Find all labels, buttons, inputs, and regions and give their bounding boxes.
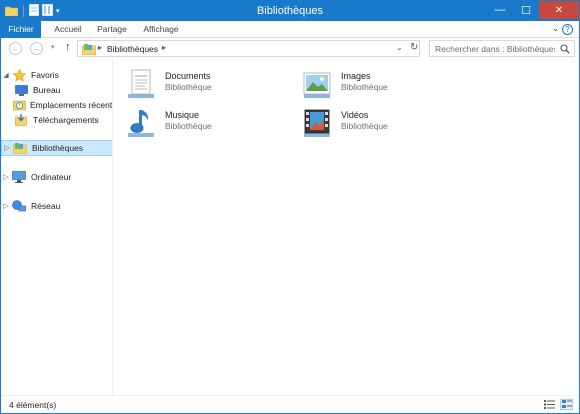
status-bar: 4 élément(s) <box>1 395 579 413</box>
search-input[interactable]: Rechercher dans : Bibliothèques <box>435 44 555 54</box>
nav-bureau[interactable]: Bureau <box>1 82 112 98</box>
navigation-pane[interactable]: ◢ Favoris Bureau Emplacements récents Té… <box>1 59 113 395</box>
library-type: Bibliothèque <box>165 121 212 131</box>
nav-emplacements-recents[interactable]: Emplacements récents <box>1 97 113 113</box>
explorer-window: ▾ Bibliothèques — ☐ ✕ Fichier Accueil Pa… <box>0 0 580 414</box>
forward-button[interactable]: → <box>30 42 43 55</box>
nav-reseau-label: Réseau <box>31 201 61 211</box>
minimize-button[interactable]: — <box>487 1 513 19</box>
nav-favoris[interactable]: ◢ Favoris <box>1 67 112 83</box>
tab-affichage[interactable]: Affichage <box>137 21 185 38</box>
library-type: Bibliothèque <box>341 82 388 92</box>
title-bar[interactable]: ▾ Bibliothèques — ☐ ✕ <box>1 1 579 21</box>
library-name: Documents <box>165 71 211 81</box>
library-type: Bibliothèque <box>341 121 388 131</box>
details-view-icon[interactable] <box>543 399 556 410</box>
collapsed-arrow-icon[interactable]: ▷ <box>1 173 11 181</box>
documents-library-icon <box>124 67 158 101</box>
help-icon[interactable]: ? <box>562 24 573 35</box>
library-name: Vidéos <box>341 110 369 120</box>
large-icons-view-icon[interactable] <box>560 399 573 410</box>
recent-locations-icon[interactable]: ▾ <box>51 43 55 51</box>
address-path[interactable]: Bibliothèques <box>107 44 158 54</box>
library-videos[interactable]: Vidéos Bibliothèque <box>300 106 460 142</box>
main-area: ◢ Favoris Bureau Emplacements récents Té… <box>1 59 579 395</box>
nav-bureau-label: Bureau <box>33 85 61 95</box>
item-count: 4 élément(s) <box>9 400 57 410</box>
library-name: Images <box>341 71 371 81</box>
library-musique[interactable]: Musique Bibliothèque <box>124 106 284 142</box>
videos-library-icon <box>300 106 334 140</box>
window-controls: — ☐ ✕ <box>487 1 579 19</box>
tab-fichier[interactable]: Fichier <box>1 21 41 38</box>
library-type: Bibliothèque <box>165 82 212 92</box>
refresh-icon[interactable]: ↻ <box>410 42 418 53</box>
close-button[interactable]: ✕ <box>539 1 579 19</box>
chevron-right-icon[interactable]: ▸ <box>98 43 102 52</box>
chevron-right-icon[interactable]: ▸ <box>162 43 166 52</box>
nav-telechargements-label: Téléchargements <box>33 115 99 125</box>
library-images[interactable]: Images Bibliothèque <box>300 67 460 103</box>
nav-telechargements[interactable]: Téléchargements <box>1 112 112 128</box>
maximize-button[interactable]: ☐ <box>513 1 539 19</box>
star-icon <box>11 68 27 82</box>
file-view[interactable]: Documents Bibliothèque Images Bibliothèq… <box>114 59 579 395</box>
ribbon-tabs: Fichier Accueil Partage Affichage ⌄ ? <box>1 21 579 38</box>
tab-partage[interactable]: Partage <box>91 21 133 38</box>
library-name: Musique <box>165 110 200 120</box>
images-library-icon <box>300 67 334 101</box>
nav-bibliotheques-label: Bibliothèques <box>32 143 84 153</box>
nav-ordinateur-label: Ordinateur <box>31 172 72 182</box>
libraries-icon <box>81 44 97 57</box>
network-icon <box>11 199 27 213</box>
back-button[interactable]: ← <box>9 42 22 55</box>
downloads-icon <box>13 113 29 127</box>
nav-emplacements-label: Emplacements récents <box>30 100 113 110</box>
collapsed-arrow-icon[interactable]: ▷ <box>1 202 11 210</box>
address-dropdown-icon[interactable]: ⌄ <box>396 43 403 52</box>
desktop-icon <box>13 83 29 97</box>
music-library-icon <box>124 106 158 140</box>
up-arrow-icon[interactable]: ↑ <box>65 41 71 53</box>
nav-bibliotheques[interactable]: ▷ Bibliothèques <box>1 140 112 156</box>
search-box[interactable]: Rechercher dans : Bibliothèques <box>429 40 575 57</box>
collapsed-arrow-icon[interactable]: ▷ <box>2 144 12 152</box>
nav-favoris-label: Favoris <box>31 70 59 80</box>
nav-reseau[interactable]: ▷ Réseau <box>1 198 112 214</box>
library-documents[interactable]: Documents Bibliothèque <box>124 67 284 103</box>
nav-ordinateur[interactable]: ▷ Ordinateur <box>1 169 112 185</box>
view-switcher <box>543 399 573 410</box>
navigation-bar: ← → ▾ ↑ ▸ Bibliothèques ▸ ⌄ ↻ Rechercher… <box>1 38 579 59</box>
search-icon[interactable] <box>560 44 570 56</box>
address-bar[interactable]: ▸ Bibliothèques ▸ ⌄ ↻ <box>77 40 420 57</box>
chevron-down-icon[interactable]: ⌄ <box>552 24 559 33</box>
libraries-icon <box>12 141 28 155</box>
recent-places-icon <box>13 98 26 112</box>
tab-accueil[interactable]: Accueil <box>47 21 89 38</box>
expanded-arrow-icon[interactable]: ◢ <box>1 71 11 79</box>
computer-icon <box>11 170 27 184</box>
